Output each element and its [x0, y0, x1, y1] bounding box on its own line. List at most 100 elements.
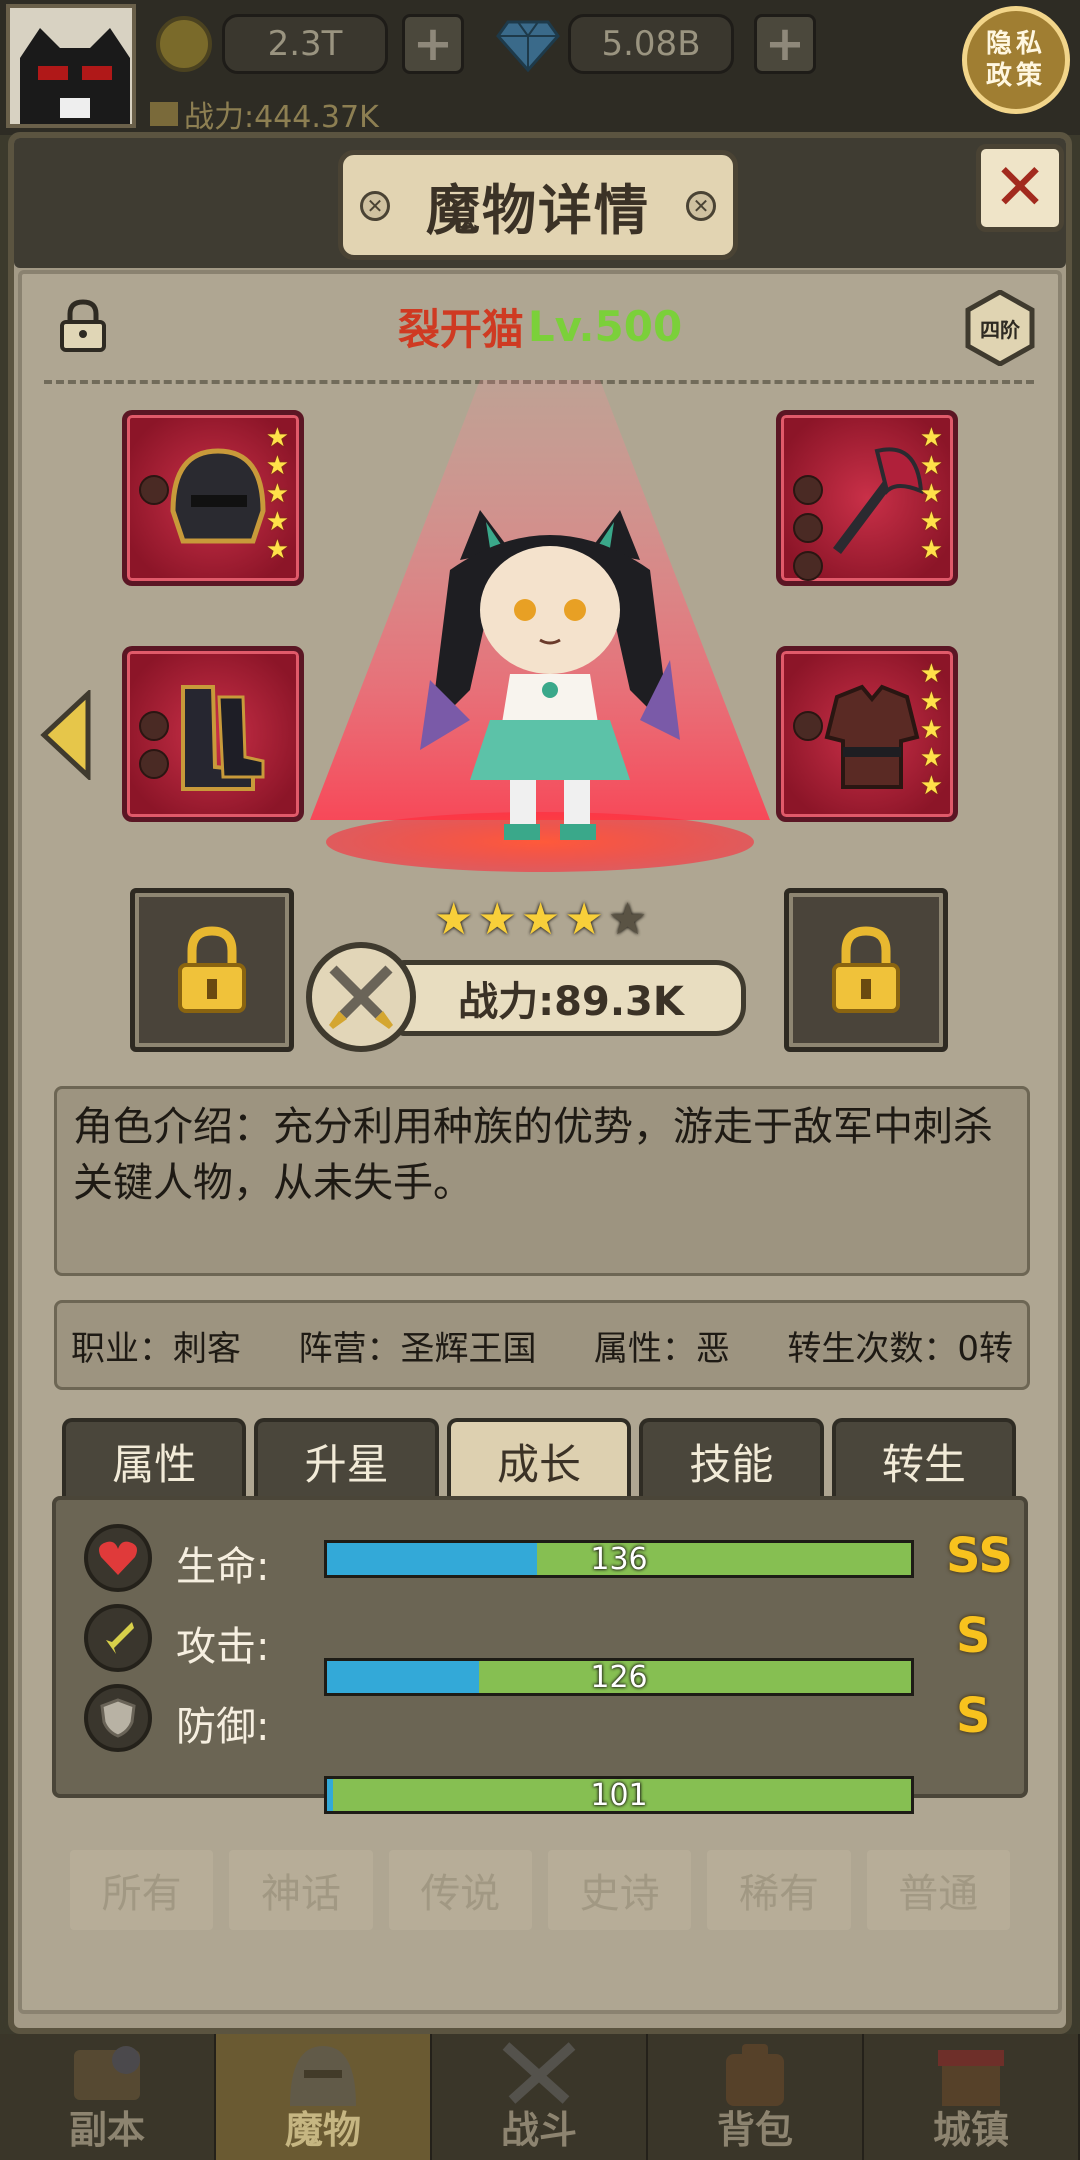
filled-star-icon: ★ [477, 894, 517, 945]
stat-bar-defense: 101 [324, 1776, 914, 1814]
star-rating: ★ ★ ★ ★ ★ [434, 896, 647, 946]
equip-star-icon: ★ [919, 743, 943, 773]
title-plate: 魔物详情 [338, 150, 738, 260]
diamond-icon [496, 18, 560, 73]
crossed-swords-icon [306, 942, 416, 1052]
filter-all: 所有 [70, 1850, 214, 1930]
stat-value-attack: 126 [590, 1659, 648, 1695]
locked-slot-right[interactable] [784, 888, 948, 1052]
empty-star-icon: ★ [607, 894, 648, 945]
previous-monster-arrow[interactable] [38, 688, 94, 782]
attribute-info: 属性：恶 [593, 1328, 730, 1369]
nav-monsters[interactable]: 魔物 [216, 2034, 432, 2160]
stat-grade-hp: SS [946, 1528, 1013, 1584]
privacy-policy-button[interactable]: 隐私 政策 [962, 6, 1070, 114]
shield-icon [84, 1684, 152, 1752]
stat-grade-attack: S [956, 1608, 991, 1664]
equip-slot-helmet[interactable]: ★ ★ ★ ★ ★ [122, 410, 304, 586]
gem-socket [793, 551, 823, 581]
equip-star-icon: ★ [265, 423, 289, 453]
close-button[interactable]: ✕ [976, 144, 1064, 232]
equip-star-icon: ★ [919, 771, 943, 801]
gem-socket [139, 475, 169, 505]
privacy-line-1: 隐私 [985, 29, 1046, 59]
bottom-navigation: 副本 魔物 战斗 背包 城镇 [0, 2034, 1080, 2160]
equip-star-icon: ★ [265, 451, 289, 481]
stat-label-hp: 生命: [176, 1544, 270, 1590]
monster-character-art [390, 490, 710, 850]
boots-icon [181, 685, 265, 791]
bolt-left-icon: ✕ [360, 191, 390, 221]
equip-star-icon: ★ [919, 479, 943, 509]
nav-town[interactable]: 城镇 [864, 2034, 1080, 2160]
detail-tabs: 属性 升星 成长 技能 转生 [62, 1418, 1017, 1500]
equip-star-icon: ★ [265, 535, 289, 565]
gem-socket [793, 475, 823, 505]
equip-slot-armor[interactable]: ★ ★ ★ ★ ★ [776, 646, 958, 822]
equip-star-icon: ★ [919, 507, 943, 537]
stat-grade-defense: S [956, 1688, 991, 1744]
tier-text: 四阶 [980, 317, 1020, 342]
monster-description: 角色介绍：充分利用种族的优势，游走于敌军中刺杀关键人物，从未失手。 [54, 1086, 1030, 1276]
equip-star-icon: ★ [265, 507, 289, 537]
player-power: 战力:444.37K [150, 92, 379, 136]
sword-icon [84, 1604, 152, 1672]
nav-dungeon[interactable]: 副本 [0, 2034, 216, 2160]
equip-star-icon: ★ [919, 715, 943, 745]
equip-star-icon: ★ [919, 659, 943, 689]
filter-epic: 史诗 [547, 1850, 692, 1930]
player-power-text: 战力:444.37K [184, 100, 379, 135]
equip-star-icon: ★ [919, 687, 943, 717]
filter-legendary: 传说 [388, 1850, 532, 1930]
privacy-line-2: 政策 [985, 61, 1046, 91]
tab-skills[interactable]: 技能 [639, 1418, 824, 1500]
nav-label: 战斗 [500, 2108, 577, 2152]
combat-power-text: 战力:89.3K [458, 979, 684, 1025]
growth-stats-panel: 生命: 136 SS 攻击: 126 S 防御: 101 S [52, 1496, 1028, 1814]
player-avatar[interactable] [6, 4, 136, 128]
stat-label-attack: 攻击: [176, 1624, 270, 1670]
dialog-title: 魔物详情 [426, 178, 650, 242]
gold-coin-icon [156, 16, 212, 72]
rarity-filter-row: 所有 神话 传说 史诗 稀有 普通 [70, 1850, 1010, 1930]
padlock-icon [178, 926, 246, 1013]
power-icon [150, 102, 178, 126]
gem-socket [139, 749, 169, 779]
lock-toggle-icon[interactable] [56, 298, 110, 354]
gem-socket [793, 711, 823, 741]
equip-slot-weapon[interactable]: ★ ★ ★ ★ ★ [776, 410, 958, 586]
stat-bar-attack: 126 [324, 1658, 914, 1696]
add-gold-button[interactable]: + [402, 14, 464, 74]
nav-label: 城镇 [932, 2108, 1009, 2152]
filter-mythic: 神话 [229, 1850, 373, 1930]
tab-growth[interactable]: 成长 [446, 1418, 632, 1500]
nav-label: 背包 [716, 2108, 793, 2152]
filled-star-icon: ★ [520, 894, 561, 945]
add-gem-button[interactable]: + [754, 14, 816, 74]
faction-info: 阵营：圣辉王国 [298, 1328, 537, 1369]
monster-name-row: 裂开猫 Lv.500 [0, 298, 1080, 354]
stat-label-defense: 防御: [176, 1704, 270, 1750]
gem-amount: 5.08B [568, 14, 734, 74]
helmet-icon [170, 448, 266, 544]
gold-amount: 2.3T [222, 14, 388, 74]
monster-info-row: 职业：刺客 阵营：圣辉王国 属性：恶 转生次数：0转 [54, 1300, 1030, 1390]
nav-backpack[interactable]: 背包 [648, 2034, 864, 2160]
nav-label: 副本 [68, 2108, 145, 2152]
equip-star-icon: ★ [265, 479, 289, 509]
tab-star-up[interactable]: 升星 [254, 1418, 439, 1500]
monster-level: Lv.500 [527, 301, 683, 351]
gem-socket [139, 711, 169, 741]
tab-attributes[interactable]: 属性 [62, 1418, 247, 1500]
stat-bar-hp: 136 [324, 1540, 914, 1578]
nav-battle[interactable]: 战斗 [432, 2034, 648, 2160]
equip-slot-boots[interactable] [122, 646, 304, 822]
bolt-right-icon: ✕ [686, 191, 716, 221]
heart-icon [84, 1524, 152, 1592]
monster-name: 裂开猫 [397, 304, 524, 354]
equip-star-icon: ★ [919, 423, 943, 453]
locked-slot-left[interactable] [130, 888, 294, 1052]
tier-badge: 四阶 [962, 290, 1038, 366]
rebirth-info: 转生次数：0转 [787, 1328, 1013, 1369]
tab-rebirth[interactable]: 转生 [831, 1418, 1017, 1500]
